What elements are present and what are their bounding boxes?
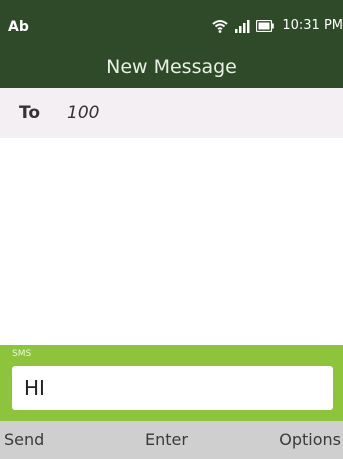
message-type-label: SMS (12, 349, 32, 359)
message-input[interactable]: HI (12, 366, 333, 410)
status-icons: 10:31 PM (212, 18, 343, 33)
send-softkey[interactable]: Send (4, 430, 44, 449)
wifi-icon (212, 19, 228, 33)
status-time: 10:31 PM (282, 18, 343, 33)
battery-icon (256, 19, 275, 32)
softkey-bar: Send Enter Options (0, 421, 343, 459)
status-bar: Ab 10:31 PM (0, 0, 343, 46)
enter-softkey[interactable]: Enter (145, 430, 188, 449)
message-history-area (0, 138, 343, 345)
recipient-field[interactable]: To 100 (0, 88, 343, 138)
message-screen: Ab 10:31 PM New Message To 100 SMS HI Se… (0, 0, 343, 459)
status-indicator-label: Ab (8, 19, 29, 35)
recipient-label: To (19, 103, 41, 123)
composer-panel: SMS HI (0, 345, 343, 421)
page-title: New Message (0, 46, 343, 88)
options-softkey[interactable]: Options (279, 430, 341, 449)
signal-icon (234, 19, 250, 33)
recipient-value[interactable]: 100 (67, 103, 99, 123)
